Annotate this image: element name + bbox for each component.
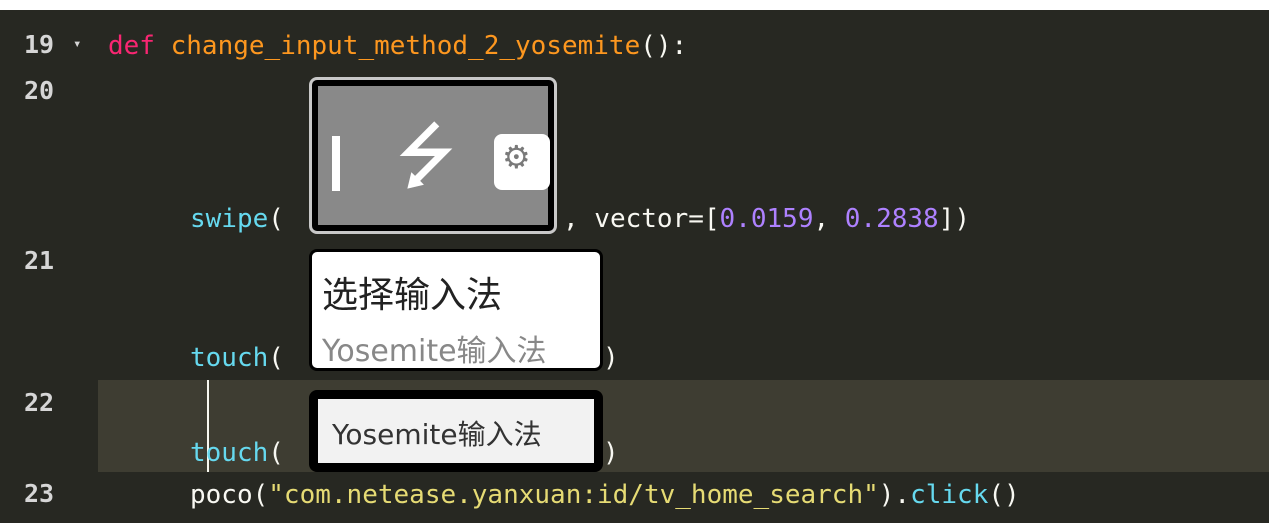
code-line-20[interactable]: swipe(: [190, 203, 284, 235]
yosemite-option-label: Yosemite输入法: [332, 418, 542, 451]
code-line-21-close: ): [603, 342, 619, 374]
yosemite-option-screenshot: Yosemite输入法: [318, 399, 594, 463]
select-input-method-option: Yosemite输入法: [322, 334, 547, 369]
resource-id-string: "com.netease.yanxuan:id/tv_home_search": [268, 480, 879, 510]
code-line-19[interactable]: def change_input_method_2_yosemite():: [108, 30, 687, 62]
open-paren: (: [268, 343, 284, 373]
line-number-21: 21: [24, 246, 55, 275]
call-touch: touch: [190, 343, 269, 373]
touch-target-image-select[interactable]: 选择输入法 Yosemite输入法: [309, 249, 603, 371]
code-line-20-args[interactable]: , vector=[0.0159, 0.2838]): [563, 203, 970, 235]
usb-screenshot: ⭍ ⚙: [318, 86, 550, 225]
paren-colon: ():: [640, 31, 688, 61]
poco-call: poco(: [190, 480, 269, 510]
code-line-22[interactable]: touch(: [190, 437, 284, 469]
method-dot: ).: [878, 480, 911, 510]
close-paren: ): [603, 438, 619, 468]
vector-x: 0.0159: [719, 204, 814, 234]
close-paren: ): [603, 343, 619, 373]
line-number-20: 20: [24, 76, 55, 105]
close-bracket: ]): [938, 204, 971, 234]
editor-top-edge: [0, 0, 1269, 10]
open-paren: (: [268, 438, 284, 468]
open-paren: (: [268, 204, 284, 234]
click-method: click: [910, 480, 989, 510]
select-input-method-title: 选择输入法: [322, 275, 503, 316]
keyword-def: def: [108, 31, 155, 61]
vector-y: 0.2838: [844, 204, 939, 234]
line-number-23: 23: [24, 479, 55, 508]
call-touch: touch: [190, 438, 269, 468]
vector-sep: ,: [813, 204, 845, 234]
call-parens: (): [988, 480, 1020, 510]
code-line-22-close: ): [603, 437, 619, 469]
vector-arg: , vector=[: [563, 204, 720, 234]
touch-target-image-yosemite[interactable]: Yosemite输入法: [309, 390, 603, 472]
usb-settings-icon: ⚙: [494, 134, 550, 190]
divider-bar: [332, 136, 340, 191]
line-number-22: 22: [24, 388, 55, 417]
fold-toggle-icon[interactable]: ▾: [73, 36, 81, 52]
call-swipe: swipe: [190, 204, 269, 234]
swipe-target-image[interactable]: ⭍ ⚙: [309, 77, 557, 234]
code-editor[interactable]: 19 ▾ 20 21 22 23 def change_input_method…: [0, 0, 1269, 523]
function-name: change_input_method_2_yosemite: [170, 31, 641, 61]
code-line-21[interactable]: touch(: [190, 342, 284, 374]
code-line-23[interactable]: poco("com.netease.yanxuan:id/tv_home_sea…: [190, 479, 1020, 511]
usb-icon: ⭍: [396, 114, 456, 198]
